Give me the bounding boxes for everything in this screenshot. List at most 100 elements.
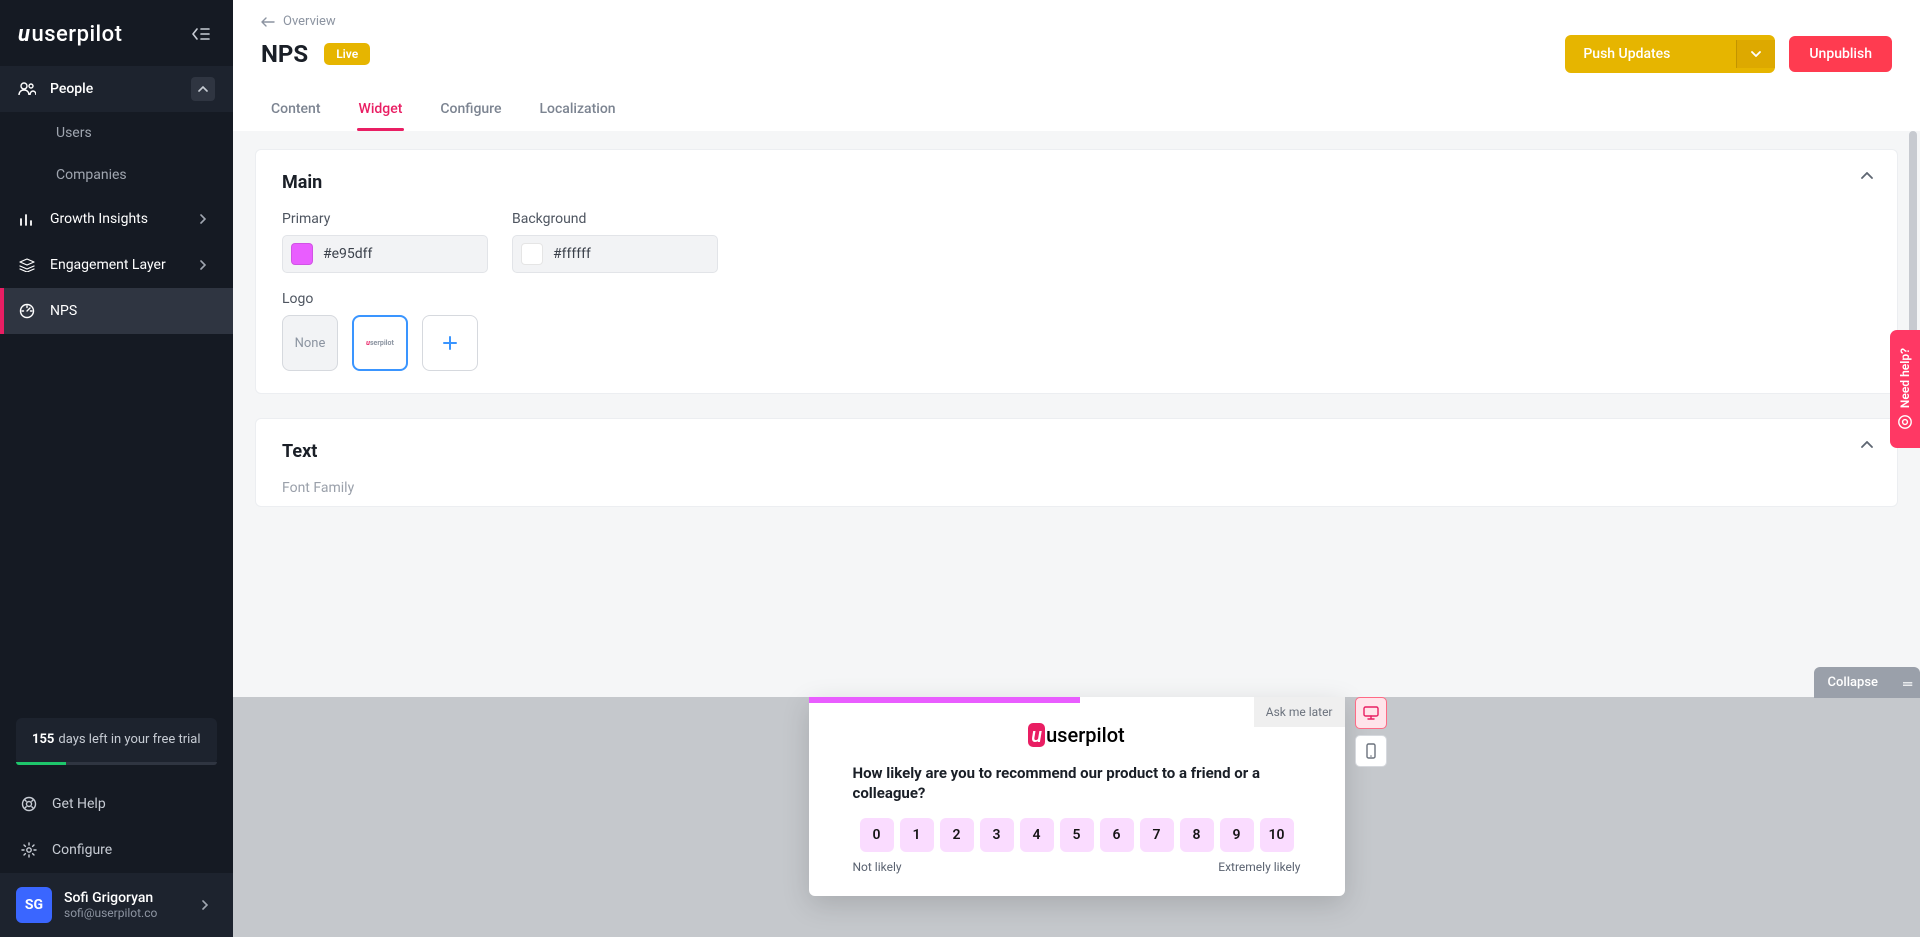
user-email: sofi@userpilot.co	[64, 906, 181, 920]
nps-score[interactable]: 1	[900, 818, 934, 852]
logo-option-none[interactable]: None	[282, 315, 338, 371]
device-toggle	[1355, 697, 1387, 767]
card-text: Text Font Family	[255, 418, 1898, 507]
layers-icon	[18, 256, 36, 274]
nav: People Users Companies Growth Insights	[0, 66, 233, 334]
nav-get-help[interactable]: Get Help	[0, 781, 233, 827]
avatar: SG	[16, 887, 52, 923]
background-color-value: #ffffff	[553, 246, 591, 262]
nps-score[interactable]: 0	[860, 818, 894, 852]
desktop-icon	[1363, 706, 1379, 720]
card-main-title: Main	[282, 172, 1871, 193]
chevron-right-icon	[193, 893, 217, 917]
push-label: Push Updates	[1565, 35, 1688, 73]
nps-score[interactable]: 2	[940, 818, 974, 852]
logo-option-selected[interactable]: userpilot	[352, 315, 408, 371]
progress-accent	[809, 697, 1080, 703]
unpublish-button[interactable]: Unpublish	[1789, 36, 1892, 72]
trial-progress	[16, 762, 217, 765]
nps-score[interactable]: 7	[1140, 818, 1174, 852]
push-updates-button[interactable]: Push Updates	[1565, 35, 1775, 73]
menu-collapse-icon	[192, 27, 210, 41]
chevron-up-icon	[191, 77, 215, 101]
nps-score[interactable]: 9	[1220, 818, 1254, 852]
user-name: Sofi Grigoryan	[64, 890, 181, 906]
trial-banner[interactable]: 155 days left in your free trial	[16, 718, 217, 765]
collapse-preview-button[interactable]: Collapse	[1814, 667, 1920, 698]
tab-content[interactable]: Content	[269, 91, 323, 131]
nps-score[interactable]: 4	[1020, 818, 1054, 852]
chevron-right-icon	[191, 253, 215, 277]
card-collapse-toggle[interactable]	[1861, 441, 1873, 449]
sidebar-header: uuserpilot	[0, 0, 233, 66]
nps-score[interactable]: 3	[980, 818, 1014, 852]
chevron-right-icon	[191, 207, 215, 231]
nps-score[interactable]: 6	[1100, 818, 1134, 852]
device-desktop-button[interactable]	[1355, 697, 1387, 729]
sidebar: uuserpilot People Users Companies	[0, 0, 233, 937]
nps-score[interactable]: 10	[1260, 818, 1294, 852]
help-tab-label: Need help?	[1898, 348, 1912, 408]
trial-days: 155	[32, 732, 54, 747]
background-color-input[interactable]: #ffffff	[512, 235, 718, 273]
configure-label: Configure	[52, 842, 112, 858]
tab-localization[interactable]: Localization	[538, 91, 618, 131]
breadcrumb-back[interactable]: Overview	[261, 14, 1892, 29]
arrow-left-icon	[261, 17, 275, 27]
device-mobile-button[interactable]	[1355, 735, 1387, 767]
nav-sub-companies[interactable]: Companies	[0, 154, 233, 196]
sidebar-toggle[interactable]	[187, 20, 215, 48]
life-ring-icon	[20, 795, 38, 813]
card-text-title: Text	[282, 441, 1871, 462]
nav-section-engagement[interactable]: Engagement Layer	[0, 242, 233, 288]
nav-sub-users[interactable]: Users	[0, 112, 233, 154]
nps-low-label: Not likely	[853, 860, 902, 874]
card-collapse-toggle[interactable]	[1861, 172, 1873, 180]
trial-text: days left in your free trial	[58, 732, 200, 747]
page-title: NPS	[261, 40, 308, 68]
user-menu[interactable]: SG Sofi Grigoryan sofi@userpilot.co	[0, 873, 233, 937]
nps-preview-card: Ask me later uuserpilot How likely are y…	[809, 697, 1345, 896]
brand-logo: uuserpilot	[18, 22, 122, 47]
tab-configure[interactable]: Configure	[438, 91, 503, 131]
background-color-label: Background	[512, 211, 718, 227]
card-main: Main Primary #e95dff Background	[255, 149, 1898, 394]
plus-icon	[442, 335, 458, 351]
nav-label: People	[50, 81, 93, 97]
nav-section-growth[interactable]: Growth Insights	[0, 196, 233, 242]
primary-color-input[interactable]: #e95dff	[282, 235, 488, 273]
gear-icon	[20, 841, 38, 859]
nav-item-nps[interactable]: NPS	[0, 288, 233, 334]
nav-label: Engagement Layer	[50, 257, 177, 273]
help-tab[interactable]: Need help?	[1890, 330, 1920, 448]
tabs: Content Widget Configure Localization	[261, 91, 1892, 131]
breadcrumb-label: Overview	[283, 14, 336, 29]
color-swatch-icon	[291, 243, 313, 265]
nps-score-row: 0 1 2 3 4 5 6 7 8 9 10	[809, 818, 1345, 852]
nps-high-label: Extremely likely	[1218, 860, 1300, 874]
nav-label: NPS	[50, 303, 77, 319]
nav-section-people[interactable]: People	[0, 66, 233, 112]
logo-label: Logo	[282, 291, 1871, 307]
nps-score[interactable]: 5	[1060, 818, 1094, 852]
primary-color-value: #e95dff	[323, 246, 372, 262]
life-ring-icon	[1897, 414, 1913, 430]
logo-option-add[interactable]	[422, 315, 478, 371]
ask-later-button[interactable]: Ask me later	[1254, 697, 1345, 727]
nps-question: How likely are you to recommend our prod…	[809, 757, 1345, 818]
nav-label: Growth Insights	[50, 211, 177, 227]
tab-widget[interactable]: Widget	[357, 91, 405, 131]
primary-color-label: Primary	[282, 211, 488, 227]
mobile-icon	[1366, 743, 1376, 759]
preview-pane: Ask me later uuserpilot How likely are y…	[233, 697, 1920, 937]
status-badge: Live	[324, 43, 370, 65]
gauge-icon	[18, 302, 36, 320]
page-header: Overview NPS Live Push Updates Unpublish	[233, 0, 1920, 131]
nps-score[interactable]: 8	[1180, 818, 1214, 852]
bar-chart-icon	[18, 210, 36, 228]
help-label: Get Help	[52, 796, 106, 812]
font-family-label: Font Family	[282, 480, 1871, 496]
push-dropdown-icon[interactable]	[1736, 40, 1775, 68]
nav-configure[interactable]: Configure	[0, 827, 233, 873]
color-swatch-icon	[521, 243, 543, 265]
